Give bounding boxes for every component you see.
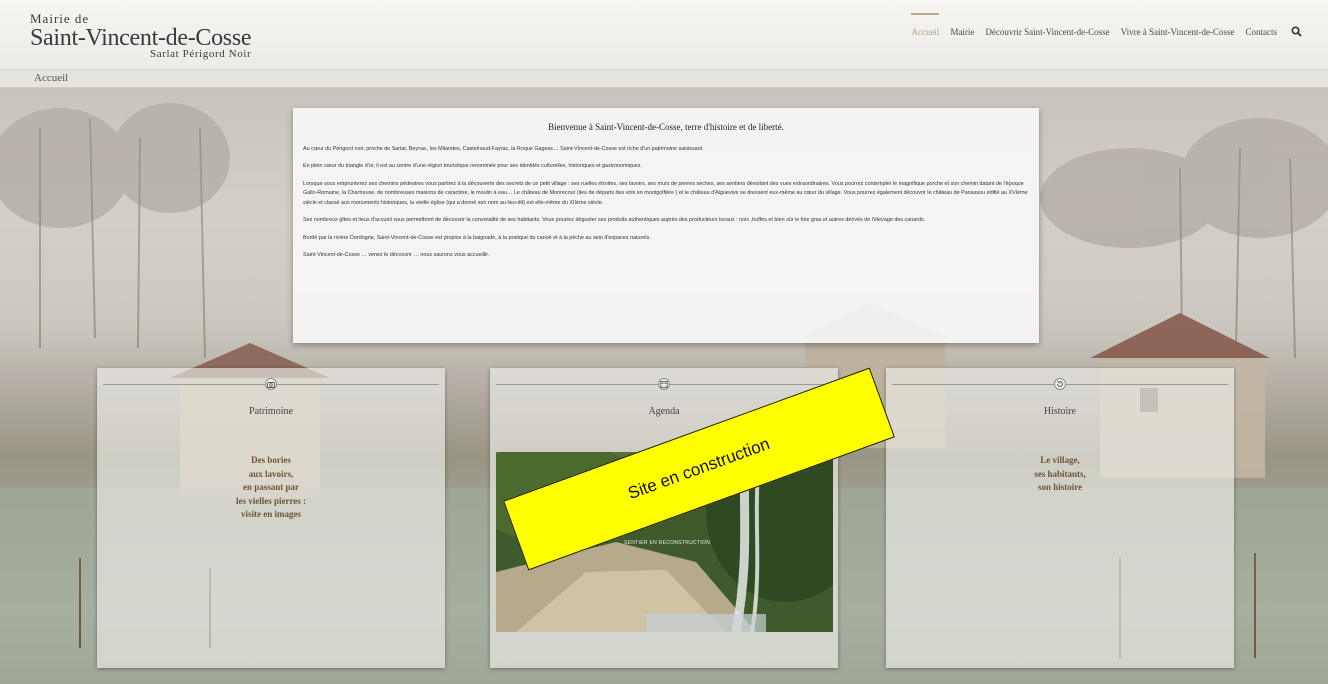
- breadcrumb: Accueil: [0, 70, 1328, 88]
- card-title: Histoire: [1043, 406, 1077, 417]
- card-text-line: Le village,: [1040, 455, 1080, 465]
- photo-caption: SENTIER EN RECONSTRUCTION: [624, 540, 711, 546]
- breadcrumb-current: Accueil: [34, 72, 69, 84]
- nav-item-vivre[interactable]: Vivre à Saint-Vincent-de-Cosse: [1121, 27, 1235, 37]
- card-text[interactable]: Le village, ses habitants, son histoire: [886, 454, 1234, 495]
- welcome-paragraph: Au cœur du Périgord noir, proche de Sarl…: [303, 146, 704, 152]
- card-text-line: ses habitants,: [1034, 468, 1086, 479]
- nav-item-decouvrir[interactable]: Découvrir Saint-Vincent-de-Cosse: [985, 27, 1109, 37]
- nav-item-accueil[interactable]: Accueil: [911, 12, 939, 37]
- welcome-paragraph: Bordé par la rivière Dordogne, Saint-Vin…: [303, 234, 651, 241]
- welcome-paragraph: Ses nombreux gîtes et lieux d'accueil vo…: [303, 217, 926, 224]
- nav-item-mairie[interactable]: Mairie: [950, 27, 974, 37]
- welcome-panel: Bienvenue à Saint-Vincent-de-Cosse, terr…: [293, 108, 1039, 343]
- card-patrimoine[interactable]: Patrimoine Des bories aux lavoirs, en pa…: [97, 368, 445, 668]
- card-text-line: les vielles pierres :: [235, 495, 307, 506]
- site-header: Mairie de Saint-Vincent-de-Cosse Sarlat …: [0, 0, 1328, 70]
- history-icon: [1054, 378, 1066, 390]
- welcome-paragraph: En plein cœur du triangle d'or, il est a…: [303, 163, 642, 170]
- card-text-line: aux lavoirs,: [248, 468, 294, 479]
- camera-icon: [265, 378, 277, 390]
- logo-line-1: Mairie de: [30, 11, 90, 26]
- logo-line-2: Saint-Vincent-de-Cosse: [30, 25, 252, 51]
- card-text-line: visite en images: [241, 509, 301, 519]
- welcome-title: Bienvenue à Saint-Vincent-de-Cosse, terr…: [548, 122, 784, 132]
- card-title: Patrimoine: [249, 406, 293, 417]
- search-icon[interactable]: [1291, 26, 1302, 37]
- nav-item-contacts[interactable]: Contacts: [1246, 27, 1278, 37]
- calendar-icon: [658, 378, 670, 390]
- card-text-line: son histoire: [1037, 482, 1083, 492]
- card-text[interactable]: Des bories aux lavoirs, en passant par l…: [97, 454, 445, 522]
- card-histoire[interactable]: Histoire Le village, ses habitants, son …: [886, 368, 1234, 668]
- welcome-paragraph: Saint-Vincent-de-Cosse … venez le découv…: [303, 252, 490, 259]
- main-nav: Accueil Mairie Découvrir Saint-Vincent-d…: [900, 12, 1302, 37]
- card-text-line: en passant par: [242, 482, 299, 492]
- card-text-line: Des bories: [251, 455, 291, 465]
- welcome-paragraph: Lorsque vous emprunterez ses chemins péd…: [303, 180, 1028, 206]
- site-logo[interactable]: Mairie de Saint-Vincent-de-Cosse Sarlat …: [30, 11, 252, 60]
